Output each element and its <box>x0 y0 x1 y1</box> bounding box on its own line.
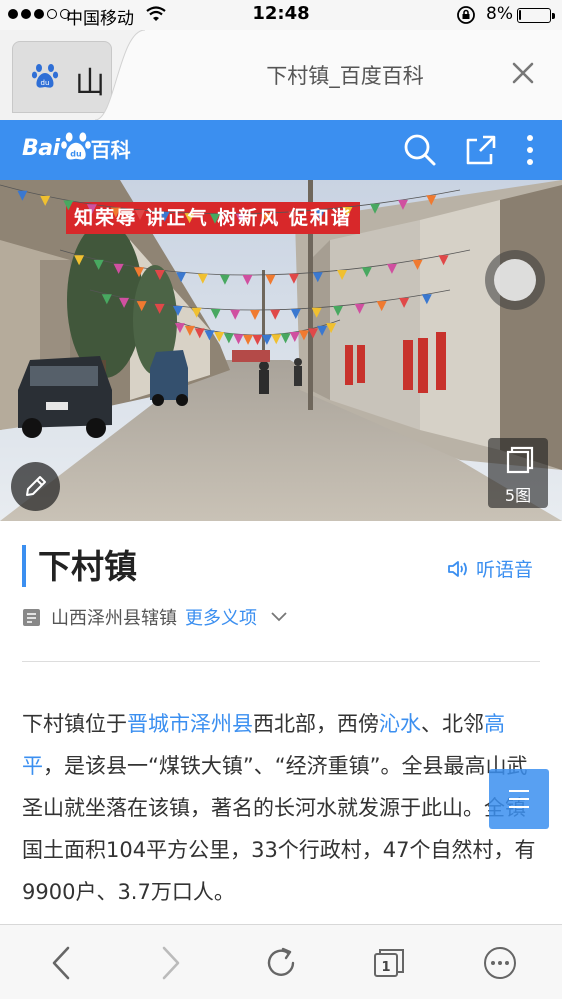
more-senses-link[interactable]: 更多义项 <box>185 604 257 630</box>
list-icon <box>509 790 529 808</box>
svg-text:du: du <box>70 149 82 158</box>
chevron-down-icon[interactable] <box>271 612 287 622</box>
share-icon[interactable] <box>463 132 499 168</box>
hero-photo[interactable]: 知荣辱 讲正气 树新风 促和谐 5图 <box>0 180 562 521</box>
summary-paragraph: 下村镇位于晋城市泽州县西北部，西傍沁水、北邻高平，是该县一“煤铁大镇”、“经济重… <box>22 703 542 913</box>
baidu-paw-icon: du <box>31 64 59 88</box>
title-accent-bar <box>22 545 26 587</box>
active-tab-title[interactable]: 下村镇_百度百科 <box>210 60 480 90</box>
link-zezhou[interactable]: 泽州县 <box>190 712 253 736</box>
document-icon <box>23 608 40 626</box>
speaker-icon <box>448 560 467 577</box>
toc-button[interactable] <box>489 769 549 829</box>
summary-text: 、北邻 <box>421 712 484 736</box>
logo-text-bai: Bai <box>22 136 60 161</box>
browser-toolbar: 1 <box>0 924 562 999</box>
listen-label: 听语音 <box>476 559 534 581</box>
edit-button[interactable] <box>11 462 60 511</box>
battery-percent: 8% <box>486 4 513 24</box>
tabs-button[interactable]: 1 <box>369 943 409 983</box>
close-icon[interactable] <box>510 60 536 86</box>
gallery-count: 5图 <box>504 486 532 505</box>
site-header: Bai du 百科 <box>0 120 562 180</box>
summary-text: 下村镇位于 <box>22 712 127 736</box>
baidu-baike-logo[interactable]: Bai du 百科 <box>22 131 131 163</box>
svg-text:du: du <box>41 79 50 87</box>
status-bar: 中国移动 12:48 8% <box>0 0 562 30</box>
menu-icon[interactable] <box>480 943 520 983</box>
rotation-lock-icon <box>457 6 475 24</box>
assistive-touch-button[interactable] <box>485 250 545 310</box>
tabs-count: 1 <box>381 960 391 975</box>
refresh-icon[interactable] <box>261 943 301 983</box>
link-qinshui[interactable]: 沁水 <box>379 712 421 736</box>
banner-slogan: 知荣辱 讲正气 树新风 促和谐 <box>74 207 352 229</box>
summary-text: 西北部，西傍 <box>253 712 379 736</box>
polysemy-bar: 山西泽州县辖镇 更多义项 <box>22 604 287 630</box>
gallery-icon <box>506 446 534 474</box>
search-icon[interactable] <box>402 132 438 168</box>
summary-text: ，是该县一“煤铁大镇”、“经济重镇”。全县最高山武圣山就坐落在该镇，著名的长河水… <box>22 754 536 904</box>
back-icon[interactable] <box>42 943 82 983</box>
page-title: 下村镇 <box>38 547 137 586</box>
divider <box>22 661 540 662</box>
baidu-paw-icon: du <box>60 131 91 159</box>
gallery-button[interactable]: 5图 <box>488 438 548 508</box>
listen-button[interactable]: 听语音 <box>446 555 533 582</box>
forward-icon[interactable] <box>150 943 190 983</box>
logo-text-baike: 百科 <box>90 138 131 162</box>
polysemy-current: 山西泽州县辖镇 <box>51 608 177 629</box>
more-vertical-icon[interactable] <box>512 132 548 168</box>
battery-level <box>519 10 521 20</box>
link-jincheng[interactable]: 晋城市 <box>127 712 190 736</box>
pencil-icon <box>26 476 46 496</box>
browser-tab-bar: du 山 下村镇_百度百科 <box>0 30 562 120</box>
battery-icon <box>517 8 555 23</box>
clock: 12:48 <box>252 3 310 24</box>
